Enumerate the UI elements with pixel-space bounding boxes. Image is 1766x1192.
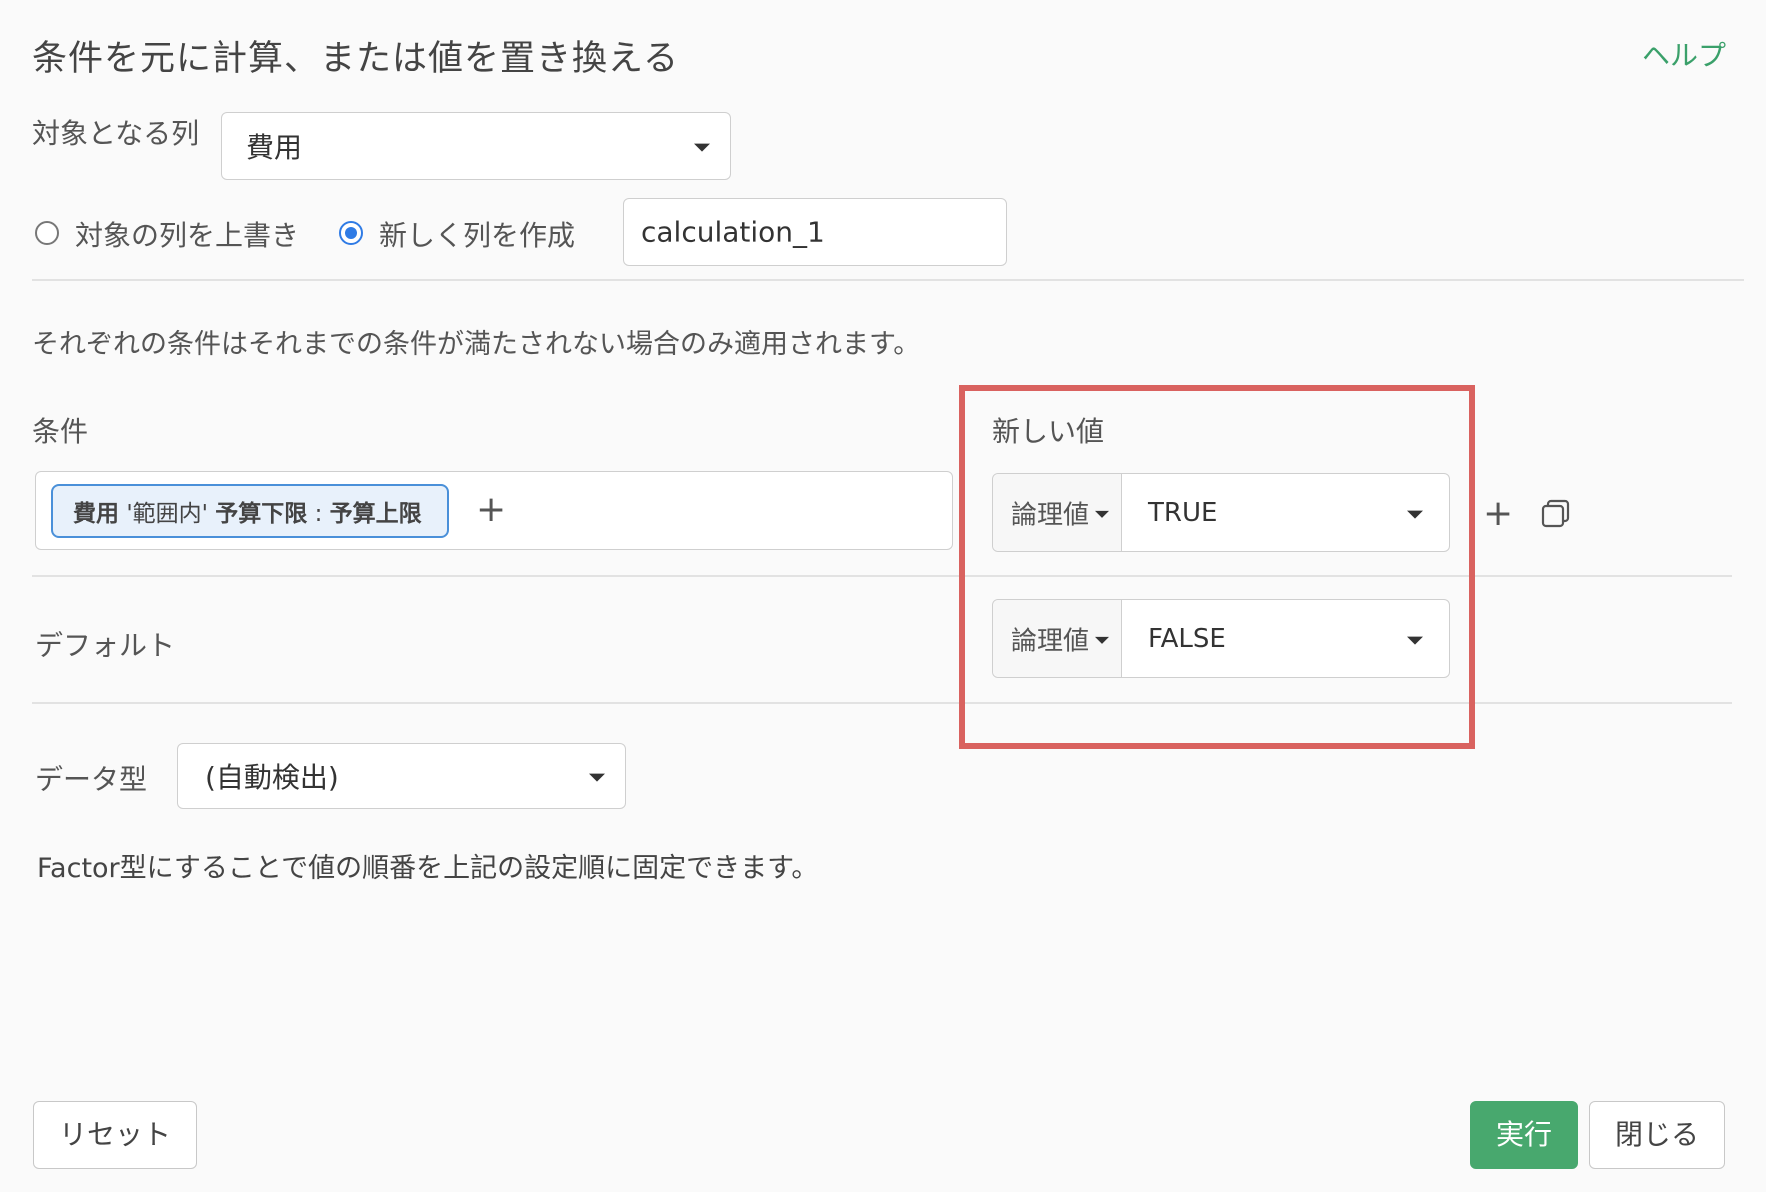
target-column-select[interactable]: 費用: [221, 112, 731, 180]
create-new-label[interactable]: 新しく列を作成: [379, 214, 575, 254]
help-link[interactable]: ヘルプ: [1642, 34, 1726, 74]
target-column-value: 費用: [246, 131, 303, 164]
new-column-name-input[interactable]: calculation_1: [623, 198, 1007, 266]
condition-editor[interactable]: 費用 '範囲内' 予算下限 : 予算上限 +: [35, 471, 953, 550]
overwrite-label[interactable]: 対象の列を上書き: [75, 214, 299, 254]
run-button[interactable]: 実行: [1470, 1101, 1578, 1169]
chevron-down-icon: [589, 773, 605, 782]
data-type-select[interactable]: (自動検出): [177, 743, 626, 809]
divider: [32, 702, 1732, 704]
data-type-value: (自動検出): [205, 761, 339, 794]
add-condition-icon[interactable]: +: [476, 492, 506, 528]
dialog-title: 条件を元に計算、または値を置き換える: [32, 39, 679, 79]
condition-chip[interactable]: 費用 '範囲内' 予算下限 : 予算上限: [51, 484, 449, 538]
chip-separator: :: [314, 501, 323, 527]
divider: [32, 575, 1732, 577]
conditions-header: 条件: [32, 415, 89, 448]
chip-column: 費用: [73, 501, 119, 527]
overwrite-radio[interactable]: [35, 221, 59, 245]
data-type-label: データ型: [35, 763, 148, 796]
default-label: デフォルト: [35, 629, 176, 662]
description-text: それぞれの条件はそれまでの条件が満たされない場合のみ適用されます。: [32, 329, 921, 360]
chip-operator: '範囲内': [126, 501, 208, 527]
add-row-icon[interactable]: +: [1483, 496, 1513, 532]
create-new-radio[interactable]: [339, 221, 363, 245]
chip-low: 予算下限: [215, 501, 308, 527]
highlight-box: [959, 385, 1475, 749]
chevron-down-icon: [694, 143, 710, 152]
divider: [32, 279, 1744, 281]
close-button[interactable]: 閉じる: [1589, 1101, 1725, 1169]
reset-button[interactable]: リセット: [33, 1101, 197, 1169]
factor-note: Factor型にすることで値の順番を上記の設定順に固定できます。: [37, 853, 819, 884]
chip-high: 予算上限: [329, 501, 422, 527]
new-column-name-value: calculation_1: [641, 215, 825, 249]
target-column-label: 対象となる列: [32, 117, 200, 150]
copy-row-icon[interactable]: [1541, 499, 1571, 529]
